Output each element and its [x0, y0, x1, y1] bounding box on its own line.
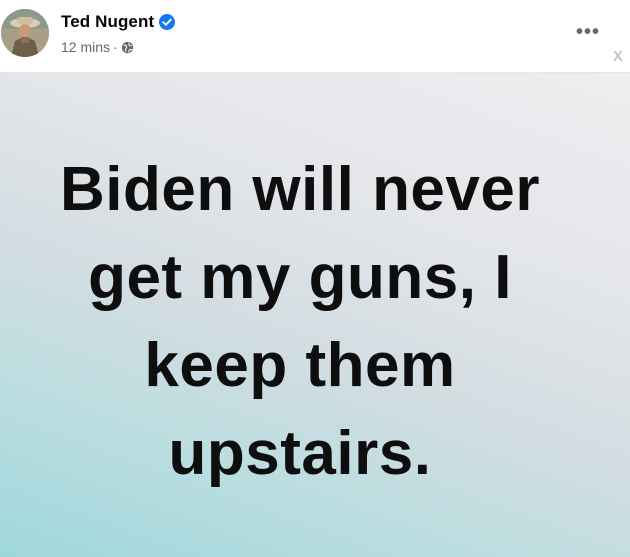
- avatar-photo-icon: [1, 9, 49, 57]
- avatar[interactable]: [1, 9, 49, 57]
- globe-icon: [121, 41, 133, 53]
- close-button[interactable]: x: [608, 44, 628, 66]
- author-row: Ted Nugent: [61, 11, 176, 33]
- image-text-line: Biden will never: [59, 155, 541, 224]
- post-header: Ted Nugent 12 mins · ••• x: [0, 0, 630, 72]
- post-card: Ted Nugent 12 mins · ••• x Biden will ne…: [0, 0, 630, 557]
- post-image[interactable]: Biden will never get my guns, I keep the…: [0, 72, 630, 557]
- post-timestamp[interactable]: 12 mins: [61, 39, 110, 55]
- image-text: Biden will never get my guns, I keep the…: [0, 146, 600, 498]
- author-name[interactable]: Ted Nugent: [61, 12, 154, 32]
- image-text-line: get my guns, I: [88, 243, 512, 312]
- image-text-line: upstairs.: [168, 419, 432, 488]
- more-options-button[interactable]: •••: [575, 22, 601, 42]
- image-text-line: keep them: [144, 331, 456, 400]
- verified-badge-icon: [159, 14, 176, 30]
- post-meta: 12 mins ·: [61, 38, 134, 56]
- meta-separator: ·: [113, 39, 118, 55]
